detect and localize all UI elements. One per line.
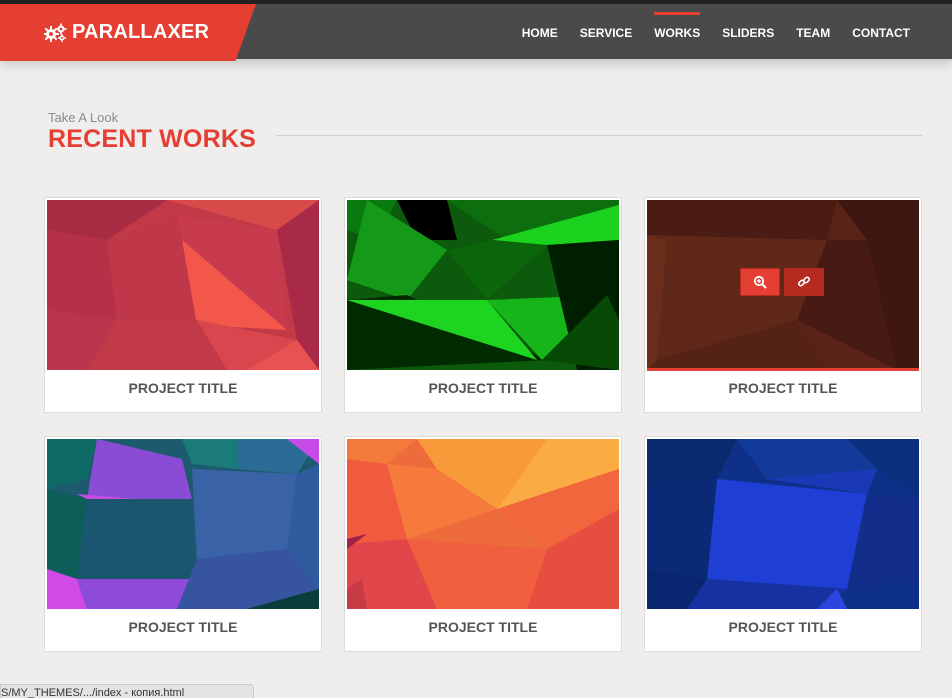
section-title: RECENT WORKS bbox=[48, 125, 256, 153]
hover-indicator-bar bbox=[647, 368, 919, 371]
link-icon bbox=[797, 276, 811, 287]
project-card[interactable]: PROJECT TITLE bbox=[44, 197, 322, 413]
project-title[interactable]: PROJECT TITLE bbox=[345, 619, 621, 635]
project-card[interactable]: PROJECT TITLE bbox=[644, 197, 922, 413]
nav-home[interactable]: HOME bbox=[522, 18, 558, 48]
browser-status-bar: S/MY_THEMES/.../index - копия.html bbox=[0, 684, 254, 698]
project-title[interactable]: PROJECT TITLE bbox=[45, 380, 321, 396]
project-card[interactable]: PROJECT TITLE bbox=[344, 436, 622, 652]
section-divider bbox=[276, 135, 922, 136]
project-actions bbox=[740, 268, 824, 296]
header: PARALLAXER HOME SERVICE WORKS SLIDERS TE… bbox=[0, 4, 952, 61]
project-card[interactable]: PROJECT TITLE bbox=[344, 197, 622, 413]
project-thumbnail[interactable] bbox=[347, 200, 619, 370]
nav-team[interactable]: TEAM bbox=[796, 18, 830, 48]
project-title[interactable]: PROJECT TITLE bbox=[645, 380, 921, 396]
project-title[interactable]: PROJECT TITLE bbox=[645, 619, 921, 635]
project-thumbnail[interactable] bbox=[647, 439, 919, 609]
brand-name: PARALLAXER bbox=[72, 21, 210, 43]
project-card[interactable]: PROJECT TITLE bbox=[644, 436, 922, 652]
zoom-icon bbox=[753, 275, 767, 289]
nav-service[interactable]: SERVICE bbox=[580, 18, 632, 48]
zoom-button[interactable] bbox=[740, 268, 780, 296]
section-subtitle: Take A Look bbox=[48, 110, 119, 125]
nav-works[interactable]: WORKS bbox=[654, 11, 701, 48]
project-thumbnail[interactable] bbox=[347, 439, 619, 609]
main-nav: HOME SERVICE WORKS SLIDERS TEAM CONTACT bbox=[500, 4, 910, 61]
link-button[interactable] bbox=[784, 268, 824, 296]
nav-sliders[interactable]: SLIDERS bbox=[722, 18, 774, 48]
project-title[interactable]: PROJECT TITLE bbox=[345, 380, 621, 396]
nav-contact[interactable]: CONTACT bbox=[852, 18, 910, 48]
brand-logo[interactable]: PARALLAXER bbox=[0, 4, 256, 61]
project-thumbnail[interactable] bbox=[47, 439, 319, 609]
project-thumbnail[interactable] bbox=[47, 200, 319, 370]
project-card[interactable]: PROJECT TITLE bbox=[44, 436, 322, 652]
gears-icon bbox=[44, 23, 67, 42]
project-title[interactable]: PROJECT TITLE bbox=[45, 619, 321, 635]
